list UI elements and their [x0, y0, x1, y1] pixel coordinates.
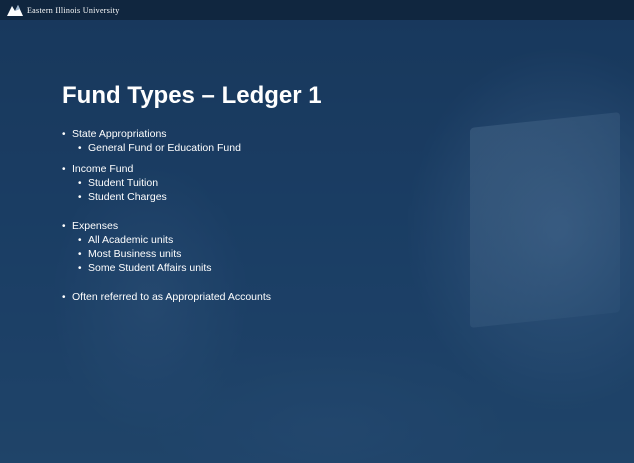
bullet-item: • State Appropriations [62, 128, 602, 141]
bullet-text: Income Fund [72, 163, 134, 175]
bullet-glyph: • [78, 235, 82, 246]
bullet-text: Student Tuition [88, 177, 159, 189]
bullet-glyph: • [62, 164, 66, 175]
bullet-text: Expenses [72, 220, 119, 232]
bullet-item: • Income Fund [62, 163, 602, 176]
slide-title: Fund Types – Ledger 1 [62, 82, 322, 109]
sub-bullet-item: • Student Tuition [62, 177, 602, 190]
university-logo: Eastern Illinois University [6, 3, 120, 17]
bullet-text: All Academic units [88, 234, 174, 246]
bullet-text: Student Charges [88, 191, 167, 203]
bullet-text: Some Student Affairs units [88, 262, 212, 274]
bullet-list: • State Appropriations • General Fund or… [62, 126, 602, 304]
bullet-glyph: • [78, 192, 82, 203]
bullet-item: • Often referred to as Appropriated Acco… [62, 291, 602, 304]
header-bar: Eastern Illinois University [0, 0, 634, 20]
slide: Eastern Illinois University Fund Types –… [0, 0, 634, 463]
bullet-item: • Expenses [62, 220, 602, 233]
sub-bullet-item: • General Fund or Education Fund [62, 142, 602, 155]
eiu-logo-icon [7, 5, 23, 16]
bullet-glyph: • [78, 263, 82, 274]
bullet-text: General Fund or Education Fund [88, 142, 241, 154]
sub-bullet-item: • All Academic units [62, 234, 602, 247]
bullet-glyph: • [78, 178, 82, 189]
bullet-glyph: • [62, 129, 66, 140]
sub-bullet-item: • Student Charges [62, 191, 602, 204]
bullet-glyph: • [62, 221, 66, 232]
logo-text: Eastern Illinois University [27, 5, 120, 15]
sub-bullet-item: • Most Business units [62, 248, 602, 261]
bullet-text: Most Business units [88, 248, 182, 260]
bullet-text: State Appropriations [72, 128, 167, 140]
bullet-glyph: • [78, 249, 82, 260]
bullet-glyph: • [62, 292, 66, 303]
bullet-glyph: • [78, 143, 82, 154]
bullet-text: Often referred to as Appropriated Accoun… [72, 291, 272, 303]
sub-bullet-item: • Some Student Affairs units [62, 262, 602, 275]
